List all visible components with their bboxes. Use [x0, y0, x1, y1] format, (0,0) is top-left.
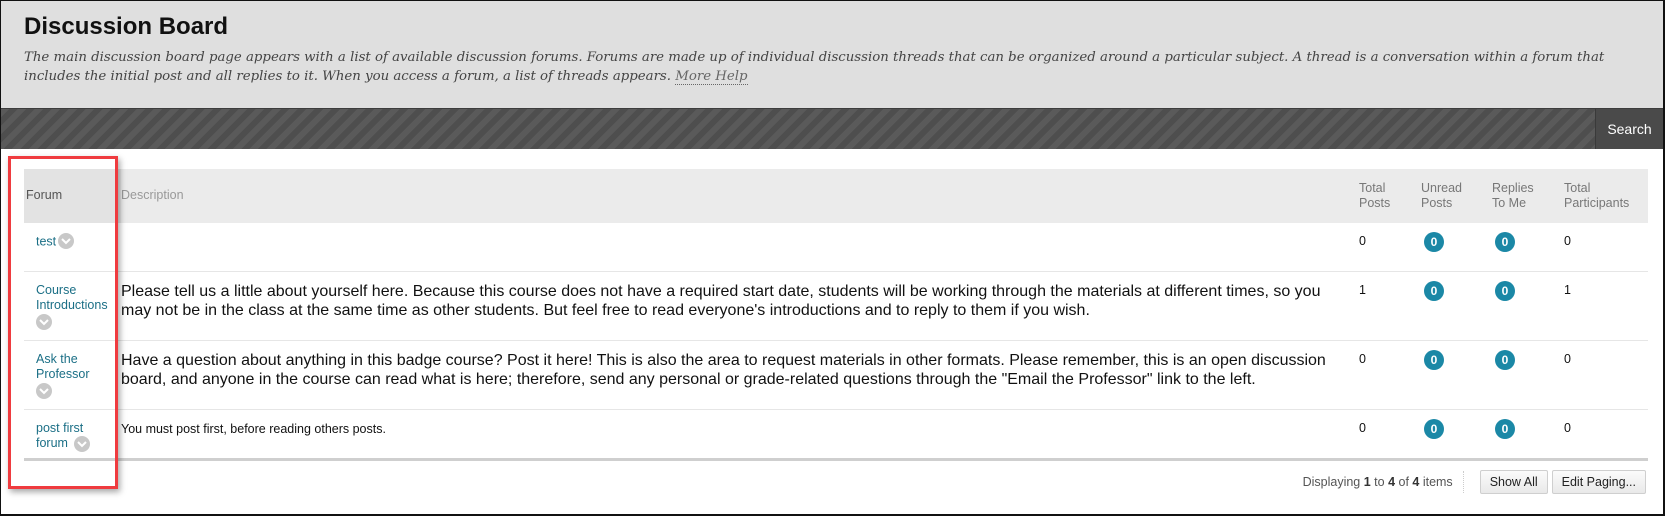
table-row: Ask the Professor Have a question about …: [24, 341, 1648, 410]
paging-of-word: of: [1395, 474, 1413, 489]
table-row: Course Introductions Please tell us a li…: [24, 272, 1648, 341]
action-toolbar: Search: [1, 108, 1663, 149]
table-row: test 0 0 0 0: [24, 223, 1648, 272]
total-posts-value: 1: [1359, 283, 1366, 297]
replies-to-me-badge[interactable]: 0: [1495, 281, 1515, 301]
paging-from: 1: [1363, 474, 1371, 489]
unread-posts-badge[interactable]: 0: [1424, 419, 1444, 439]
unread-posts-badge[interactable]: 0: [1424, 232, 1444, 252]
column-header-replies-to-me[interactable]: Replies To Me: [1492, 181, 1540, 211]
unread-posts-label: Unread Posts: [1421, 181, 1462, 210]
paging-status: Displaying 1 to 4 of 4 items: [1302, 470, 1464, 493]
show-all-button[interactable]: Show All: [1479, 469, 1548, 494]
unread-posts-badge[interactable]: 0: [1424, 350, 1444, 370]
table-row: post first forum You must post first, be…: [24, 410, 1648, 461]
replies-to-me-badge[interactable]: 0: [1495, 350, 1515, 370]
chevron-down-icon[interactable]: [36, 383, 52, 399]
search-button[interactable]: Search: [1595, 109, 1663, 149]
total-participants-label: Total Participants: [1564, 181, 1630, 210]
forum-link[interactable]: Ask the Professor: [36, 352, 90, 381]
edit-paging-button[interactable]: Edit Paging...: [1551, 469, 1646, 494]
total-participants-value: 0: [1564, 421, 1571, 435]
paging-prefix: Displaying: [1302, 474, 1364, 489]
replies-to-me-label: Replies To Me: [1492, 181, 1534, 210]
total-participants-value: 0: [1564, 352, 1571, 366]
column-header-total-participants[interactable]: Total Participants: [1564, 181, 1634, 211]
chevron-down-icon[interactable]: [36, 314, 52, 330]
forum-cell: post first forum: [36, 421, 118, 452]
forum-description: You must post first, before reading othe…: [121, 422, 386, 436]
paging-to: 4: [1388, 474, 1396, 489]
chevron-down-icon[interactable]: [58, 233, 75, 249]
page-frame: Discussion Board The main discussion boa…: [0, 0, 1665, 516]
page-help-text: The main discussion board page appears w…: [24, 48, 1634, 86]
forum-link[interactable]: Course Introductions: [36, 283, 108, 312]
column-header-unread-posts[interactable]: Unread Posts: [1421, 181, 1469, 211]
total-posts-value: 0: [1359, 421, 1366, 435]
table-header: Forum Description Total Posts Unread Pos…: [24, 169, 1648, 223]
total-participants-value: 1: [1564, 283, 1571, 297]
total-posts-value: 0: [1359, 234, 1366, 248]
paging-bar: Displaying 1 to 4 of 4 items Show All Ed…: [1303, 469, 1646, 494]
chevron-down-icon[interactable]: [74, 436, 90, 452]
forum-link[interactable]: test: [36, 234, 56, 248]
paging-suffix: items: [1419, 474, 1453, 489]
unread-posts-badge[interactable]: 0: [1424, 281, 1444, 301]
forum-cell: Ask the Professor: [36, 352, 118, 399]
forum-description: Please tell us a little about yourself h…: [121, 283, 1321, 319]
forum-description: Have a question about anything in this b…: [121, 352, 1326, 388]
more-help-link[interactable]: More Help: [675, 69, 748, 85]
replies-to-me-badge[interactable]: 0: [1495, 419, 1515, 439]
total-participants-value: 0: [1564, 234, 1571, 248]
paging-to-word: to: [1370, 474, 1389, 489]
total-posts-value: 0: [1359, 352, 1366, 366]
column-header-forum[interactable]: Forum: [24, 188, 121, 203]
forums-table: Forum Description Total Posts Unread Pos…: [24, 169, 1648, 461]
replies-to-me-badge[interactable]: 0: [1495, 232, 1515, 252]
forum-cell: test: [36, 233, 118, 250]
column-header-total-posts[interactable]: Total Posts: [1359, 181, 1399, 211]
help-text: The main discussion board page appears w…: [24, 50, 1605, 84]
column-header-description[interactable]: Description: [121, 188, 184, 203]
forum-cell: Course Introductions: [36, 283, 118, 330]
total-posts-label: Total Posts: [1359, 181, 1391, 210]
page-title: Discussion Board: [24, 13, 229, 40]
page-header: Discussion Board The main discussion boa…: [1, 1, 1663, 108]
